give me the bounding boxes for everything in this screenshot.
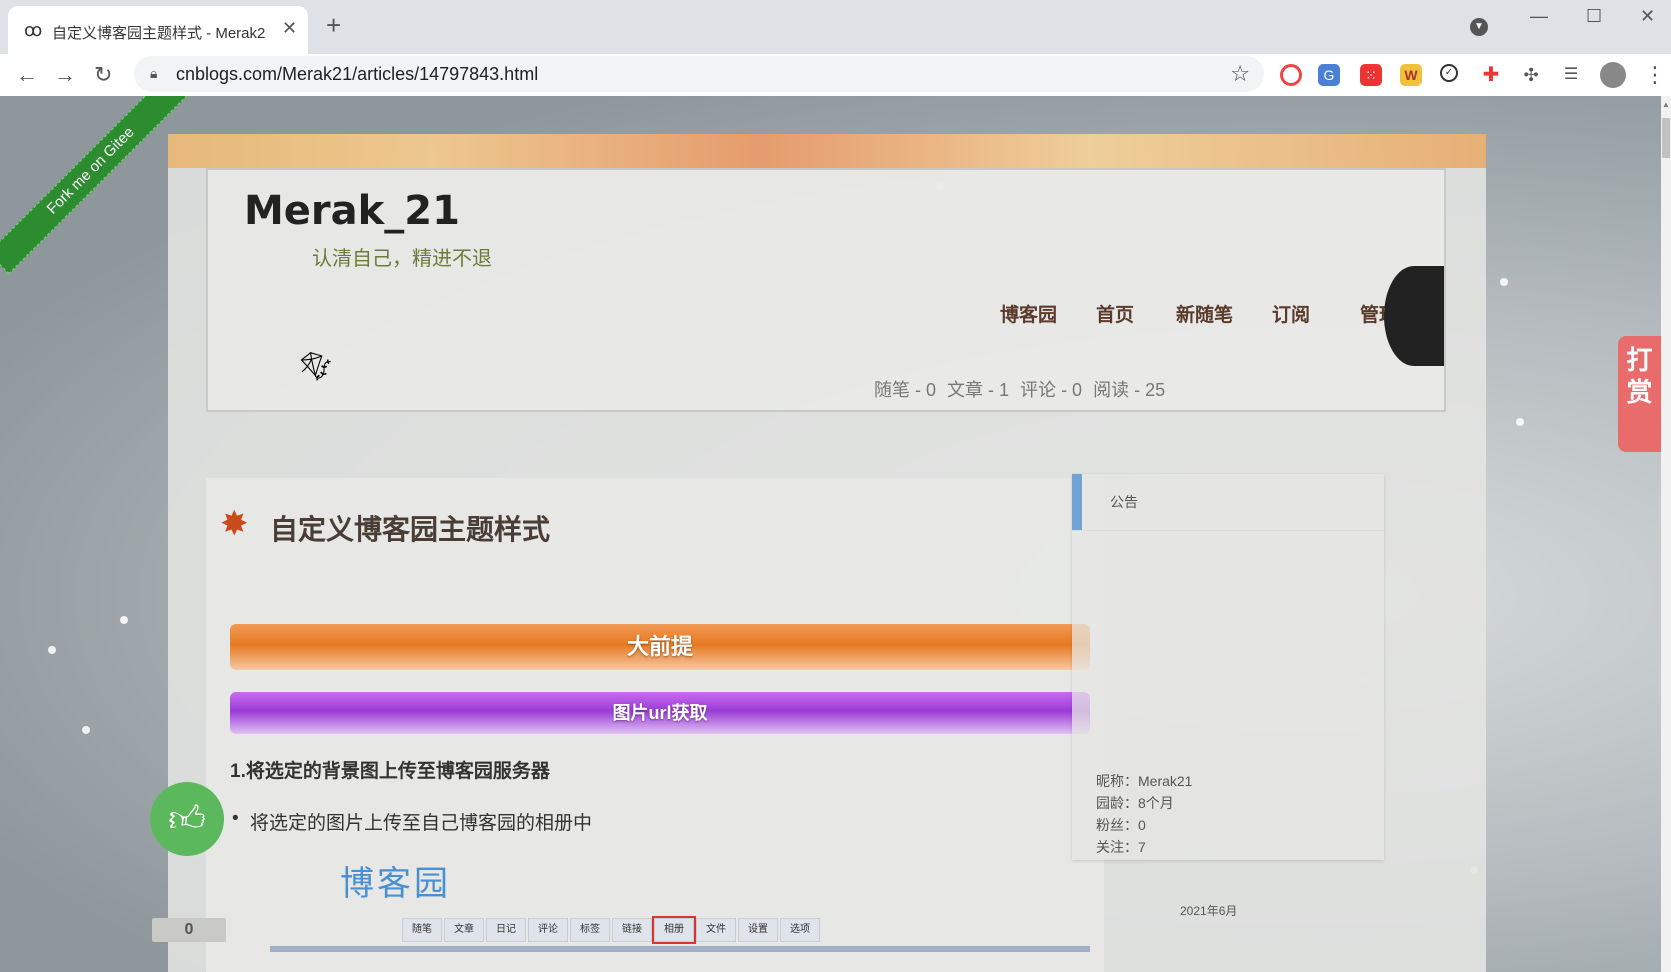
stat-comments: 评论 - 0 — [1020, 380, 1083, 400]
mini-tab: 设置 — [738, 918, 778, 942]
browser-toolbar: ← → ↻ 🔒︎ cnblogs.com/Merak21/articles/14… — [0, 54, 1671, 97]
nav-cnblogs[interactable]: 博客园 — [1000, 300, 1057, 327]
cnblogs-logo-image: 博客园 — [340, 865, 451, 903]
new-tab-button[interactable]: + — [326, 12, 341, 38]
age-value[interactable]: 8个月 — [1138, 795, 1174, 811]
mini-tab: 评论 — [528, 918, 568, 942]
nickname-label: 昵称： — [1096, 773, 1138, 789]
list-item-text: 将选定的图片上传至自己博客园的相册中 — [250, 813, 593, 834]
thumbs-up-icon: 👍︎ — [168, 798, 206, 839]
reload-icon[interactable]: ↻ — [94, 62, 112, 88]
snow-dot — [120, 616, 128, 624]
mini-tab: 链接 — [612, 918, 652, 942]
browser-menu-icon[interactable]: ⋮ — [1644, 62, 1666, 88]
nav-subscribe[interactable]: 订阅 — [1272, 300, 1310, 327]
profile-avatar[interactable] — [1600, 62, 1626, 88]
decor-shape — [1384, 266, 1444, 366]
calendar-title: 2021年6月 — [1180, 904, 1238, 918]
post-body: ✸ 自定义博客园主题样式 大前提 图片url获取 1.将选定的背景图上传至博客园… — [206, 478, 1104, 972]
close-window-button[interactable]: ✕ — [1640, 6, 1655, 27]
follow-label: 关注： — [1096, 839, 1138, 855]
bookmark-star-icon[interactable]: ☆ — [1230, 61, 1250, 87]
mini-tab: 选项 — [780, 918, 820, 942]
bullet-icon: • — [232, 808, 239, 829]
reading-list-icon[interactable]: ☰ — [1560, 64, 1582, 86]
follow-row: 关注：7 — [1096, 836, 1192, 858]
forward-arrow-icon[interactable]: → — [54, 62, 76, 88]
snow-dot — [48, 646, 56, 654]
chrome-extension-icon[interactable] — [1280, 64, 1302, 86]
tab-close-icon[interactable]: ✕ — [282, 18, 297, 39]
mini-tab: 文件 — [696, 918, 736, 942]
nav-home[interactable]: 首页 — [1096, 300, 1134, 327]
page-scrollbar[interactable]: ▲ — [1661, 96, 1671, 972]
blog-title[interactable]: Merak_21 — [244, 188, 460, 234]
reward-button[interactable]: 打赏 — [1618, 336, 1661, 452]
step-heading: 1.将选定的背景图上传至博客园服务器 — [230, 761, 550, 782]
fans-row: 粉丝：0 — [1096, 814, 1192, 836]
mini-tab: 随笔 — [402, 918, 442, 942]
list-item: • 将选定的图片上传至自己博客园的相册中 — [232, 808, 593, 835]
fork-me-ribbon[interactable]: Fork me on Gitee — [0, 96, 195, 275]
plus-extension-icon[interactable]: ✚ — [1480, 64, 1502, 86]
sidebar-accent — [1072, 474, 1082, 530]
stat-posts: 随笔 - 0 — [874, 380, 937, 400]
snow-dot — [82, 726, 90, 734]
post-title[interactable]: 自定义博客园主题样式 — [270, 508, 550, 548]
blog-header: Merak_21 认清自己，精进不退 🪁︎ 博客园 首页 新随笔 订阅 管理 随… — [206, 168, 1446, 412]
fans-label: 粉丝： — [1096, 817, 1138, 833]
check-extension-icon[interactable]: ✓ — [1440, 64, 1458, 82]
url-text[interactable]: cnblogs.com/Merak21/articles/14797843.ht… — [176, 64, 538, 85]
autumn-banner — [168, 134, 1486, 168]
back-arrow-icon[interactable]: ← — [16, 62, 38, 88]
extensions-puzzle-icon[interactable]: ✣ — [1520, 64, 1542, 86]
stat-reads: 阅读 - 25 — [1093, 380, 1166, 400]
like-count: 0 — [152, 918, 226, 942]
nickname-value[interactable]: Merak21 — [1138, 773, 1192, 789]
like-button[interactable]: 👍︎ — [150, 782, 224, 856]
scroll-thumb[interactable] — [1662, 118, 1670, 158]
profile-info: 昵称：Merak21 园龄：8个月 粉丝：0 关注：7 — [1096, 770, 1192, 858]
age-label: 园龄： — [1096, 795, 1138, 811]
section-bar-premise: 大前提 — [230, 624, 1090, 670]
mini-tab: 标签 — [570, 918, 610, 942]
maple-leaf-icon: ✸ — [220, 505, 249, 543]
screenshot-divider — [270, 946, 1090, 952]
tab-bar: ꝏ 自定义博客园主题样式 - Merak2 ✕ + ▼ — ☐ ✕ — [0, 0, 1671, 54]
screenshot-admin-tabs: 随笔 文章 日记 评论 标签 链接 相册 文件 设置 选项 — [402, 916, 822, 944]
address-bar[interactable]: 🔒︎ cnblogs.com/Merak21/articles/14797843… — [134, 56, 1264, 92]
fans-value[interactable]: 0 — [1138, 817, 1146, 833]
follow-value[interactable]: 7 — [1138, 839, 1146, 855]
snow-dot — [1500, 278, 1508, 286]
sidebar-header: 公告 — [1072, 474, 1384, 531]
mini-tab-album-highlight: 相册 — [652, 916, 696, 944]
page-viewport: Fork me on Gitee Merak_21 认清自己，精进不退 🪁︎ 博… — [0, 96, 1661, 972]
tab-title: 自定义博客园主题样式 - Merak2 — [52, 25, 266, 42]
minimize-button[interactable]: — — [1530, 6, 1548, 27]
blog-stats: 随笔 - 0 文章 - 1 评论 - 0 阅读 - 25 — [874, 376, 1171, 402]
site-favicon-icon: ꝏ — [24, 20, 43, 40]
maximize-button[interactable]: ☐ — [1586, 6, 1602, 27]
stat-articles: 文章 - 1 — [947, 380, 1010, 400]
snow-dot — [1516, 418, 1524, 426]
lock-icon[interactable]: 🔒︎ — [150, 65, 157, 82]
mini-tab: 日记 — [486, 918, 526, 942]
browser-tab[interactable]: ꝏ 自定义博客园主题样式 - Merak2 ✕ — [8, 6, 308, 54]
mini-tab: 文章 — [444, 918, 484, 942]
age-row: 园龄：8个月 — [1096, 792, 1192, 814]
blog-subtitle: 认清自己，精进不退 — [312, 248, 492, 270]
tab-search-icon[interactable]: ▼ — [1470, 18, 1488, 36]
sidebar-title: 公告 — [1110, 494, 1138, 510]
translate-extension-icon[interactable]: G — [1318, 64, 1340, 86]
sidebar-notice: 公告 昵称：Merak21 园龄：8个月 粉丝：0 关注：7 — [1072, 474, 1384, 860]
section-bar-image-url: 图片url获取 — [230, 692, 1090, 734]
nickname-row: 昵称：Merak21 — [1096, 770, 1192, 792]
blog-container: Merak_21 认清自己，精进不退 🪁︎ 博客园 首页 新随笔 订阅 管理 随… — [168, 134, 1486, 972]
batman-kite-icon: 🪁︎ — [298, 351, 334, 382]
scroll-up-icon[interactable]: ▲ — [1662, 100, 1670, 109]
dice-extension-icon[interactable]: ⁙ — [1360, 64, 1382, 86]
nav-new-post[interactable]: 新随笔 — [1176, 300, 1233, 327]
w-extension-icon[interactable]: W — [1400, 64, 1422, 86]
